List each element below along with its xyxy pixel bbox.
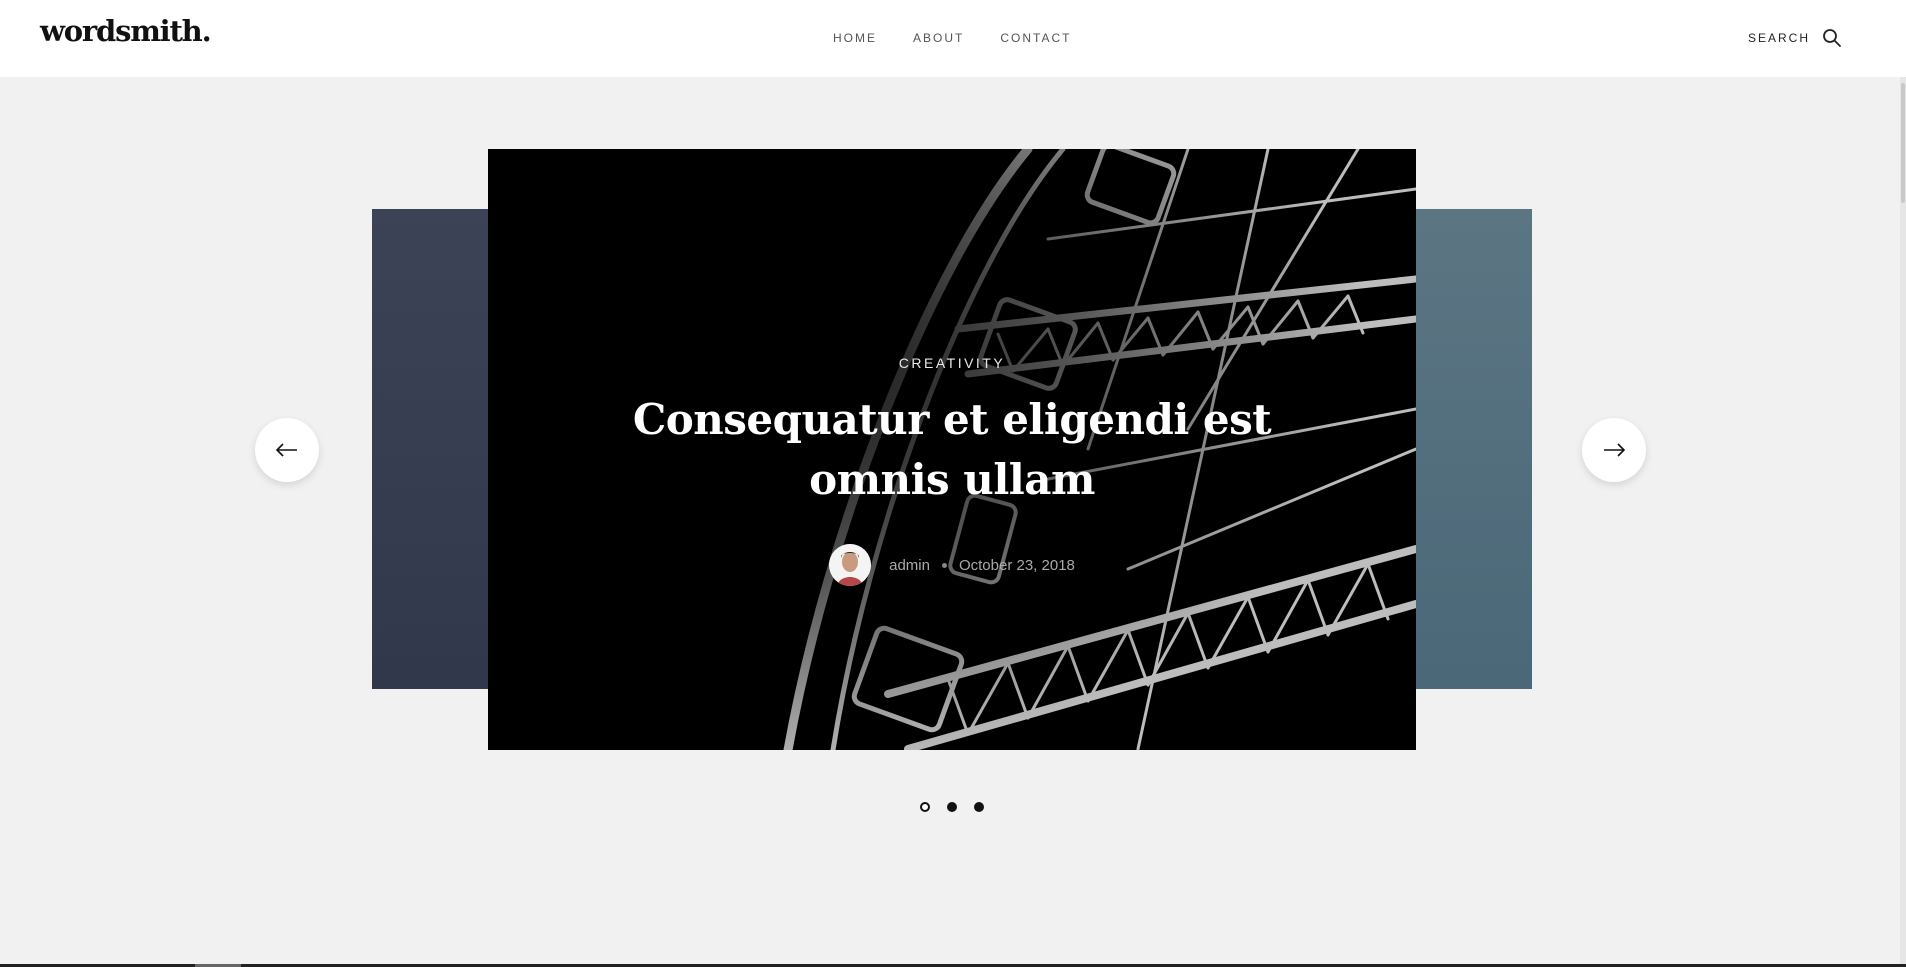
- author-avatar[interactable]: [829, 544, 872, 586]
- avatar-icon: [829, 544, 872, 586]
- site-logo[interactable]: wordsmith.: [40, 14, 212, 48]
- post-title[interactable]: Consequatur et eligendi est omnis ullam: [632, 390, 1272, 510]
- search-button[interactable]: SEARCH: [1748, 28, 1842, 48]
- slide-caption: CREATIVITY Consequatur et eligendi est o…: [488, 355, 1416, 586]
- main-nav: HOME ABOUT CONTACT: [833, 31, 1071, 45]
- nav-item-about[interactable]: ABOUT: [913, 31, 964, 45]
- nav-item-contact[interactable]: CONTACT: [1000, 31, 1071, 45]
- slider-pagination: [920, 802, 984, 812]
- search-icon: [1823, 29, 1841, 47]
- next-slide-preview[interactable]: [1415, 209, 1532, 689]
- slider-next-button[interactable]: [1582, 418, 1646, 482]
- post-category[interactable]: CREATIVITY: [899, 355, 1005, 371]
- page-scrollbar[interactable]: [1900, 77, 1906, 967]
- arrow-right-icon: [1604, 443, 1626, 457]
- nav-item-home[interactable]: HOME: [833, 31, 877, 45]
- site-header: wordsmith. HOME ABOUT CONTACT SEARCH: [0, 0, 1906, 77]
- featured-slide[interactable]: CREATIVITY Consequatur et eligendi est o…: [488, 149, 1416, 750]
- search-label: SEARCH: [1747, 31, 1810, 45]
- slider-dot-1[interactable]: [920, 802, 930, 812]
- arrow-left-icon: [275, 443, 297, 457]
- post-meta: admin October 23, 2018: [488, 544, 1416, 586]
- slider-dot-3[interactable]: [974, 802, 984, 812]
- meta-separator: [941, 562, 947, 568]
- slider-dot-2[interactable]: [947, 802, 957, 812]
- post-date: October 23, 2018: [958, 556, 1075, 574]
- slider-prev-button[interactable]: [255, 418, 319, 482]
- post-author[interactable]: admin: [889, 557, 930, 574]
- scrollbar-thumb[interactable]: [1901, 83, 1905, 203]
- prev-slide-preview[interactable]: [372, 209, 489, 689]
